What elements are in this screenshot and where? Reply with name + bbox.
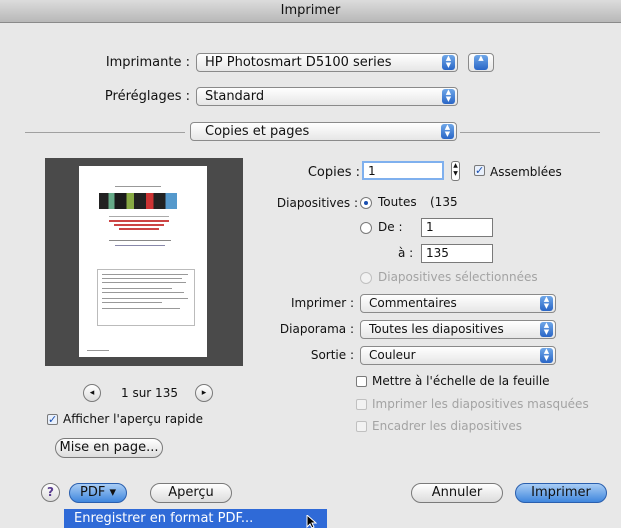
disclosure-up-icon: ▲ (474, 55, 488, 70)
range-to-input[interactable]: 135 (421, 244, 493, 263)
print-what-value: Commentaires (369, 296, 457, 310)
pdf-menu-item-save-as-pdf[interactable]: Enregistrer en format PDF... (64, 509, 327, 528)
range-slides-radio[interactable] (360, 222, 372, 234)
print-hidden-slides-checkbox[interactable] (356, 399, 367, 410)
copies-stepper[interactable]: ▲ ▼ (451, 161, 460, 181)
range-from-input[interactable]: 1 (421, 218, 493, 237)
expand-dialog-button[interactable]: ▲ (468, 53, 494, 72)
preview-text-line (102, 288, 172, 289)
preview-title-line (119, 228, 159, 230)
preview-banner-image (99, 193, 177, 209)
slideshow-value: Toutes les diapositives (369, 322, 504, 336)
scale-to-sheet-checkbox[interactable] (356, 376, 367, 387)
section-value: Copies et pages (205, 124, 310, 139)
range-to-label: à : (398, 246, 414, 260)
preview-text-line (102, 302, 162, 303)
scale-to-sheet-label: Mettre à l'échelle de la feuille (372, 374, 550, 388)
preview-notes-box (97, 269, 195, 326)
preview-text-line (102, 278, 182, 279)
collated-checkbox[interactable]: ✓ (474, 165, 485, 176)
window-title: Imprimer (0, 0, 621, 23)
previous-page-button[interactable]: ◂ (83, 384, 101, 402)
presets-value: Standard (205, 89, 265, 104)
preview-title-line (114, 224, 164, 226)
updown-arrows-icon: ▲ ▼ (540, 322, 553, 337)
preview-text-line (102, 292, 184, 293)
range-from-label: De : (378, 220, 403, 234)
slideshow-label: Diaporama : (279, 322, 354, 336)
slide-count-text: (135 (430, 195, 458, 209)
preview-text-line (102, 274, 188, 275)
selected-slides-radio[interactable] (360, 272, 372, 284)
arrow-left-icon: ◂ (89, 388, 95, 398)
arrow-right-icon: ▸ (201, 388, 207, 398)
preview-text-line (102, 298, 188, 299)
output-value: Couleur (369, 348, 416, 362)
copies-input[interactable]: 1 (362, 161, 444, 180)
slideshow-select[interactable]: Toutes les diapositives ▲ ▼ (360, 320, 556, 339)
print-what-label: Imprimer : (291, 296, 354, 310)
all-slides-radio[interactable] (360, 197, 372, 209)
copies-label: Copies : (307, 165, 360, 180)
print-hidden-slides-label: Imprimer les diapositives masquées (372, 397, 589, 411)
updown-arrows-icon: ▲ ▼ (442, 55, 455, 70)
page-setup-button[interactable]: Mise en page... (55, 438, 163, 458)
preview-text-line (109, 240, 171, 241)
pdf-menu-button[interactable]: PDF ▾ (69, 483, 127, 503)
section-separator-left (25, 132, 185, 133)
slides-label: Diapositives : (276, 196, 358, 210)
section-select[interactable]: Copies et pages ▲ ▼ (190, 122, 457, 141)
output-select[interactable]: Couleur ▲ ▼ (360, 346, 556, 365)
updown-arrows-icon: ▲ ▼ (442, 89, 455, 104)
updown-arrows-icon: ▲ ▼ (540, 296, 553, 311)
updown-arrows-icon: ▲ ▼ (540, 348, 553, 363)
printer-select[interactable]: HP Photosmart D5100 series ▲ ▼ (196, 53, 458, 72)
preview-text-line (109, 216, 169, 217)
selected-slides-label: Diapositives sélectionnées (378, 270, 538, 284)
page-indicator: 1 sur 135 (121, 386, 178, 400)
presets-select[interactable]: Standard ▲ ▼ (196, 87, 458, 106)
all-slides-label: Toutes (378, 195, 417, 209)
printer-label: Imprimante : (105, 55, 190, 70)
section-separator-right (460, 132, 600, 133)
printer-value: HP Photosmart D5100 series (205, 55, 392, 70)
preview-text-line (115, 245, 165, 246)
preview-button[interactable]: Aperçu (150, 483, 232, 503)
frame-slides-label: Encadrer les diapositives (372, 419, 522, 433)
preview-footer-line (87, 350, 109, 351)
cancel-button[interactable]: Annuler (411, 483, 503, 503)
output-label: Sortie : (310, 348, 354, 362)
quick-preview-checkbox[interactable]: ✓ (47, 414, 58, 425)
preview-text-line (102, 308, 180, 309)
preview-page (79, 166, 207, 357)
print-preview (45, 158, 243, 366)
preview-title-line (109, 220, 169, 222)
help-button[interactable]: ? (41, 483, 60, 502)
frame-slides-checkbox[interactable] (356, 421, 367, 432)
preview-text-line (115, 186, 161, 187)
print-what-select[interactable]: Commentaires ▲ ▼ (360, 294, 556, 313)
updown-arrows-icon: ▲ ▼ (441, 124, 454, 139)
collated-label: Assemblées (490, 165, 562, 179)
mouse-cursor-icon (306, 515, 317, 528)
presets-label: Préréglages : (104, 89, 190, 104)
preview-text-line (102, 282, 186, 283)
quick-preview-label: Afficher l'aperçu rapide (63, 412, 204, 426)
print-button[interactable]: Imprimer (515, 483, 607, 503)
next-page-button[interactable]: ▸ (195, 384, 213, 402)
